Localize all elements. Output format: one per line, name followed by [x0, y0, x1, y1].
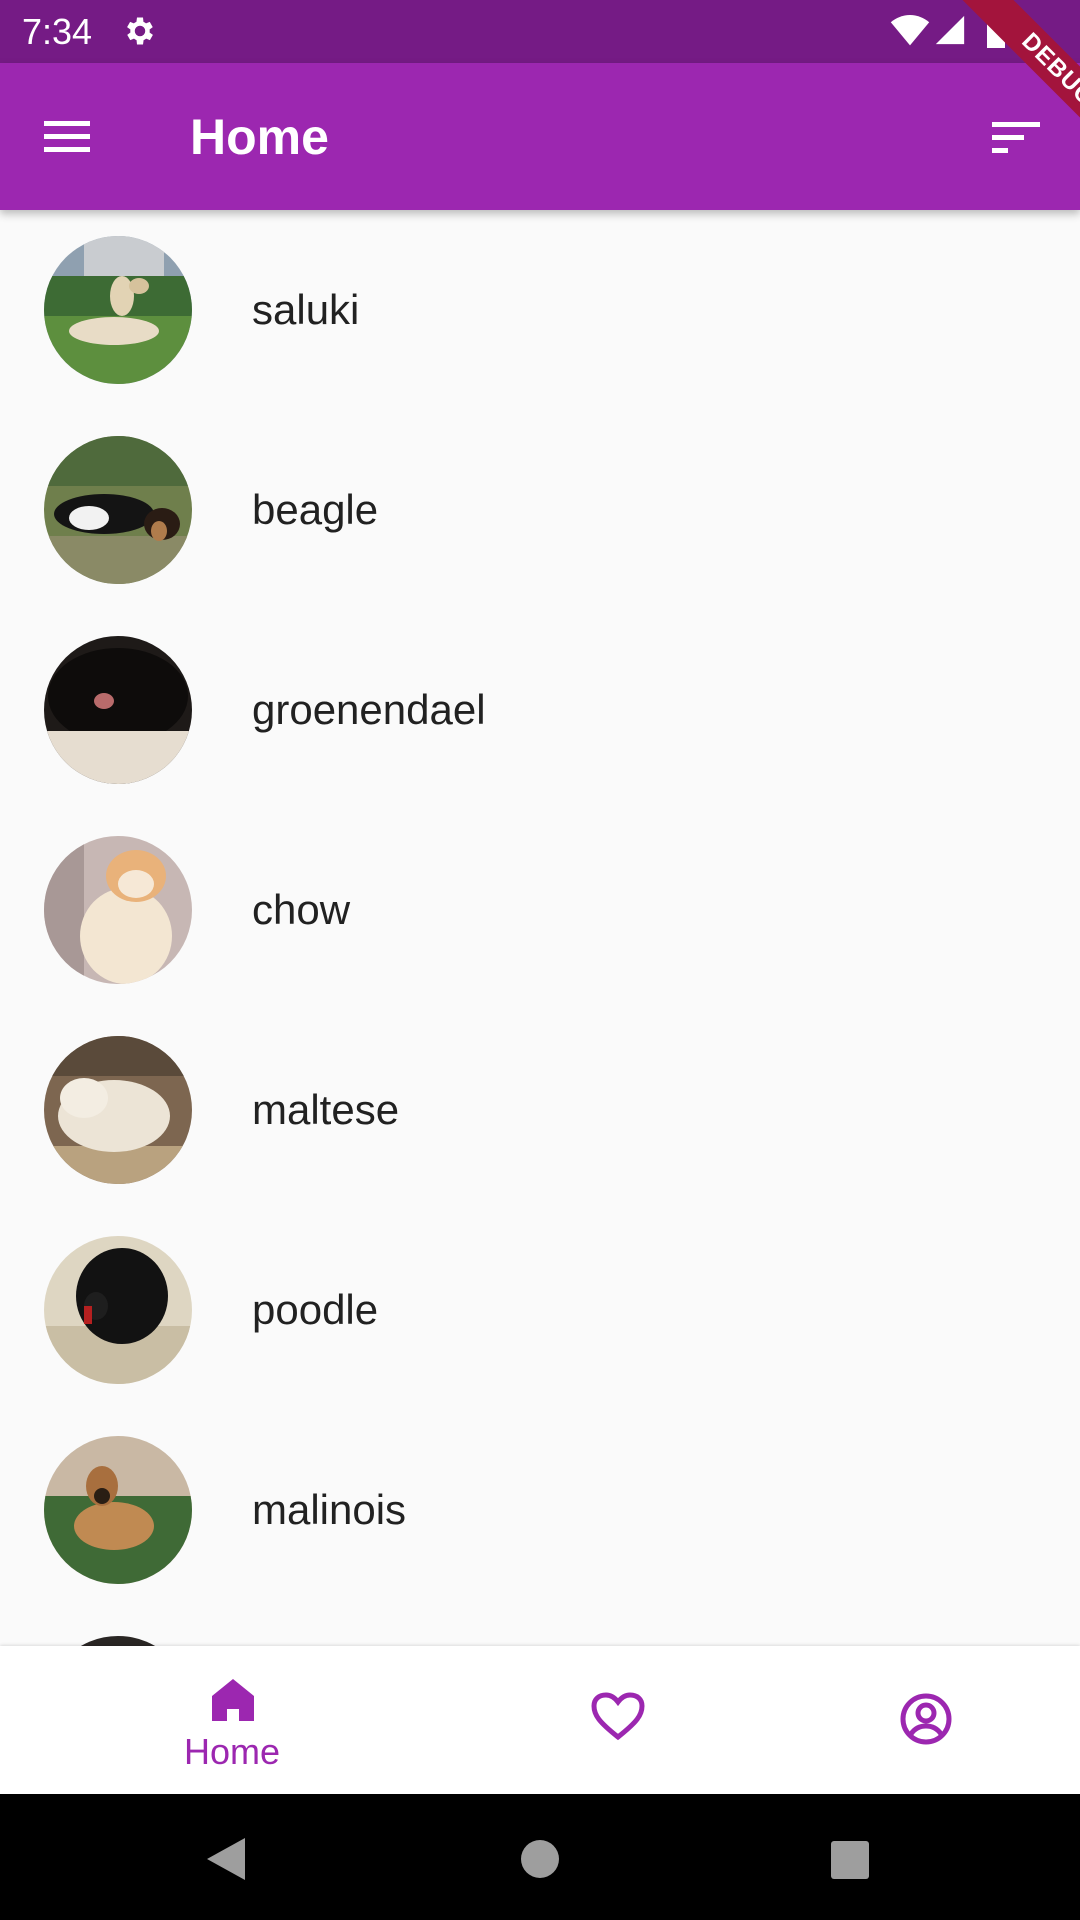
cell-signal-icon	[935, 15, 965, 45]
home-circle-icon[interactable]	[520, 1839, 560, 1879]
back-icon[interactable]	[205, 1836, 247, 1882]
recents-icon[interactable]	[830, 1840, 870, 1880]
avatar	[44, 636, 192, 784]
breed-label: malinois	[252, 1486, 407, 1533]
list-item[interactable]: poodle	[0, 1210, 1080, 1410]
breed-label: saluki	[252, 286, 360, 333]
account-circle-icon	[900, 1693, 952, 1745]
bottom-nav: Home	[0, 1646, 1080, 1794]
battery-icon	[987, 12, 1005, 48]
system-nav-bar	[0, 1794, 1080, 1920]
app-bar: Home	[0, 63, 1080, 210]
breed-label: poodle	[252, 1286, 379, 1333]
nav-home-label: Home	[183, 1731, 281, 1772]
breed-list: saluki beagle groenendael chow maltese p…	[0, 210, 1080, 1646]
nav-account[interactable]	[820, 1646, 1020, 1794]
avatar	[44, 1036, 192, 1184]
list-item[interactable]: groenendael	[0, 610, 1080, 810]
home-icon	[212, 1679, 254, 1721]
heart-icon	[591, 1692, 645, 1741]
breed-label: chow	[252, 886, 351, 933]
avatar	[44, 1636, 192, 1646]
app-screen: 7:34 Home DEBUG saluki beagle groenendae…	[0, 0, 1080, 1920]
breed-label: maltese	[252, 1086, 400, 1133]
avatar	[44, 236, 192, 384]
avatar	[44, 836, 192, 984]
page-title: Home	[190, 109, 329, 165]
list-item[interactable]: maltese	[0, 1010, 1080, 1210]
list-item[interactable]: beagle	[0, 410, 1080, 610]
status-bar: 7:34	[0, 0, 1080, 63]
avatar	[44, 1436, 192, 1584]
list-item[interactable]: malinois	[0, 1410, 1080, 1610]
breed-label: beagle	[252, 486, 379, 533]
breed-label: groenendael	[252, 686, 486, 733]
status-time: 7:34	[22, 11, 93, 52]
avatar	[44, 1236, 192, 1384]
avatar	[44, 436, 192, 584]
list-item[interactable]: chow	[0, 810, 1080, 1010]
menu-icon[interactable]	[40, 113, 96, 159]
nav-favorites[interactable]	[480, 1646, 645, 1794]
list-item[interactable]	[0, 1610, 1080, 1646]
gear-icon	[127, 17, 153, 45]
nav-home[interactable]: Home	[52, 1646, 412, 1794]
sort-icon[interactable]	[990, 118, 1042, 158]
list-item[interactable]: saluki	[0, 210, 1080, 410]
wifi-icon	[890, 15, 930, 46]
